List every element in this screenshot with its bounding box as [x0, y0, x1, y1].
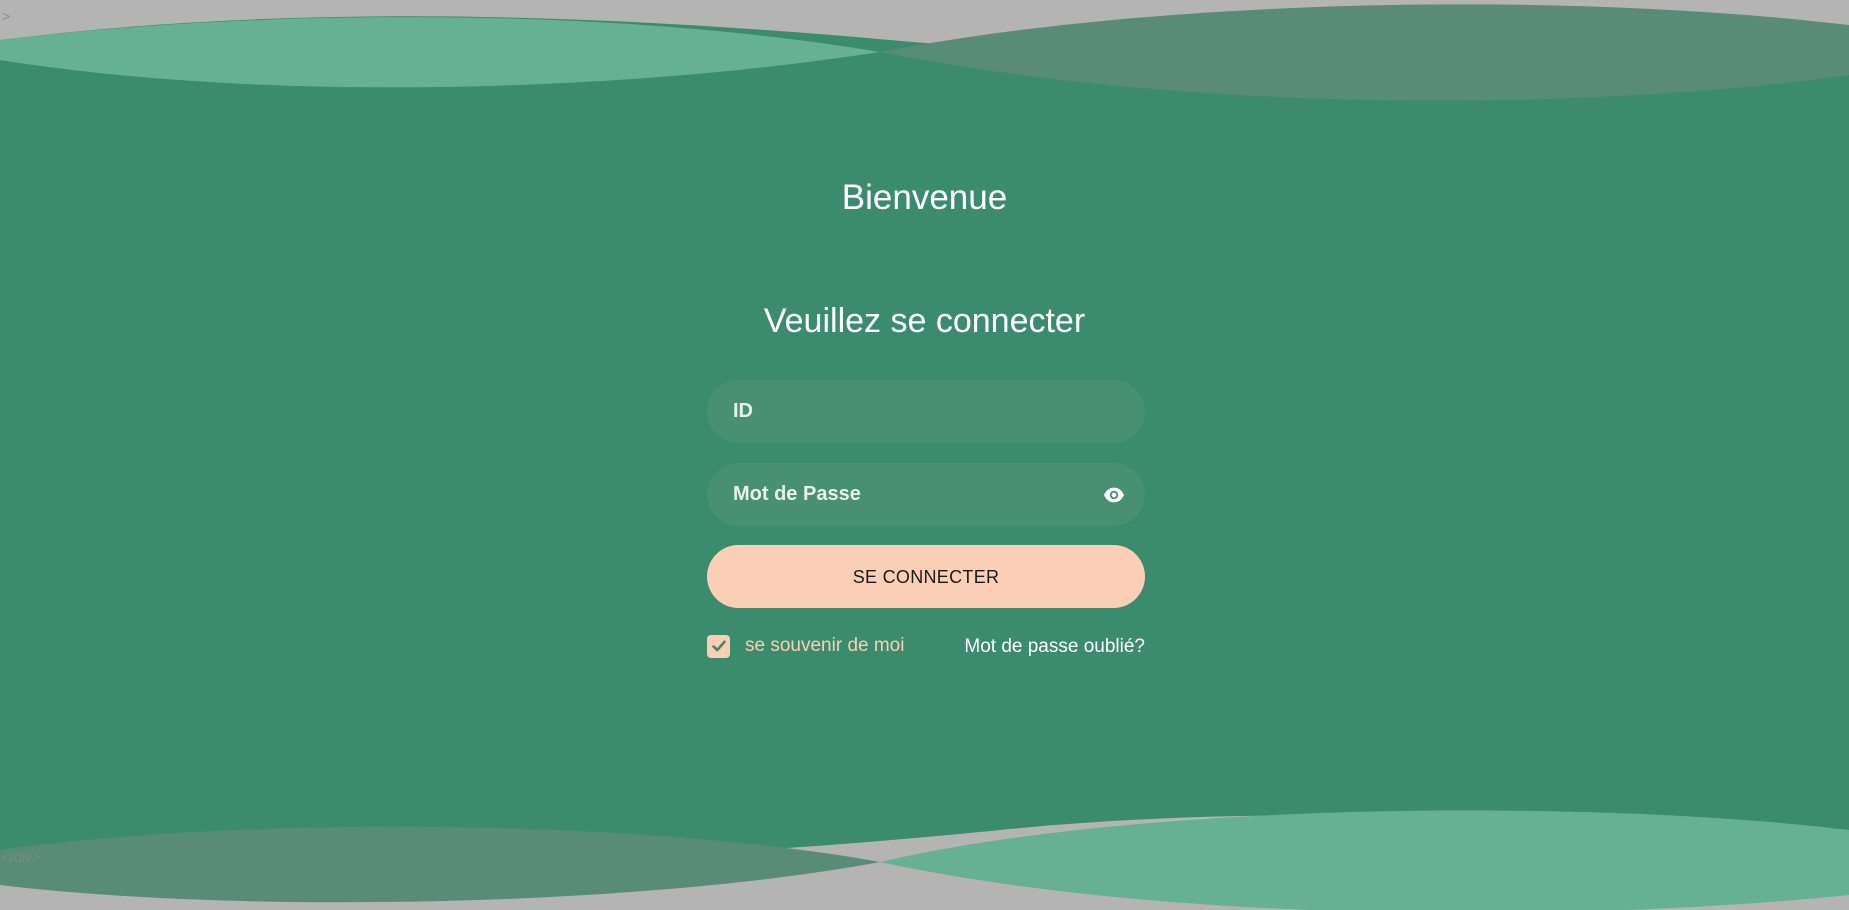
checkbox-checked[interactable] [707, 634, 730, 658]
stray-markup-text: </div> [2, 849, 41, 865]
wave-background [0, 0, 1849, 910]
id-input[interactable] [733, 380, 1103, 443]
check-icon [711, 640, 726, 652]
login-subtitle: Veuillez se connecter [763, 302, 1086, 340]
id-field-wrapper [707, 380, 1145, 443]
login-page: > </div> Bienvenue Veuillez se connecter… [0, 0, 1849, 910]
password-field-wrapper [707, 463, 1145, 526]
stray-markup-text: > [2, 8, 11, 24]
eye-icon[interactable] [1103, 484, 1125, 506]
forgot-password-link[interactable]: Mot de passe oublié? [964, 636, 1145, 658]
password-input[interactable] [733, 463, 1103, 526]
login-button[interactable]: SE CONNECTER [707, 545, 1145, 608]
welcome-heading: Bienvenue [841, 178, 1008, 217]
remember-me-checkbox[interactable]: se souvenir de moi [707, 634, 904, 658]
remember-me-label: se souvenir de moi [745, 635, 905, 656]
